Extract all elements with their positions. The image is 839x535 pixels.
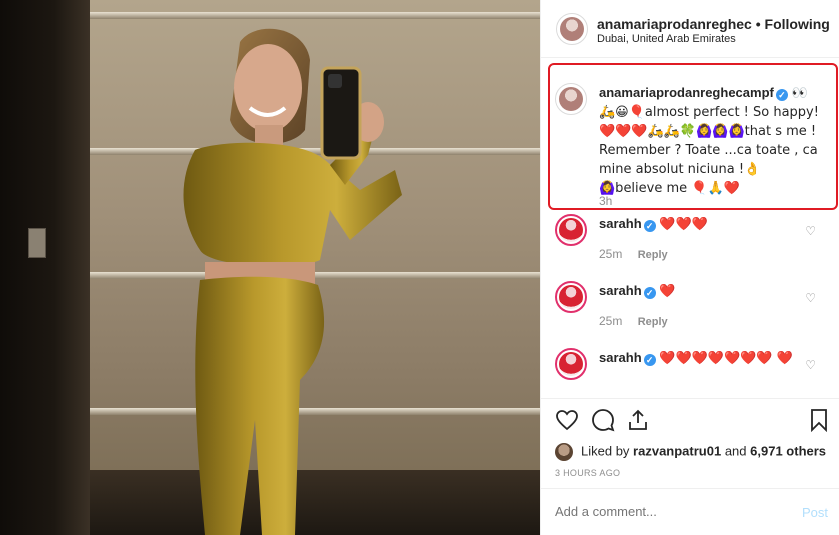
post-location[interactable]: Dubai, United Arab Emirates <box>597 33 736 45</box>
verified-icon: ✓ <box>643 220 656 232</box>
comment-time[interactable]: 25m <box>599 314 622 328</box>
author-avatar[interactable] <box>556 13 588 45</box>
add-comment-input[interactable] <box>555 504 775 519</box>
post-comment-button[interactable]: Post <box>802 505 828 520</box>
add-comment-bar: Post <box>541 488 839 535</box>
action-bar: Liked by razvanpatru01 and 6,971 others … <box>541 398 839 488</box>
following-button[interactable]: Following <box>765 16 830 32</box>
header-separator: • <box>755 16 761 32</box>
likes-summary: Liked by razvanpatru01 and 6,971 others <box>555 443 826 461</box>
share-icon[interactable] <box>626 408 650 432</box>
reply-button[interactable]: Reply <box>638 316 668 328</box>
likes-count[interactable]: 6,971 others <box>750 443 826 458</box>
comment-like-heart-icon[interactable]: ♡ <box>805 291 816 305</box>
instagram-post-view: anamariaprodanreghec • Following Dubai, … <box>0 0 839 535</box>
liker-avatar[interactable] <box>555 443 573 461</box>
post-sidebar: anamariaprodanreghec • Following Dubai, … <box>540 0 839 535</box>
comment-text: ❤️❤️❤️❤️❤️❤️❤️ ❤️ <box>659 351 793 366</box>
comment-text-block: sarahh ✓ ❤️❤️❤️❤️❤️❤️❤️ ❤️ <box>599 349 823 368</box>
commenter-avatar[interactable] <box>555 281 587 313</box>
comment-text-block: sarahh ✓ ❤️ <box>599 282 823 301</box>
comment-icon[interactable] <box>591 408 615 432</box>
commenter-avatar[interactable] <box>555 214 587 246</box>
verified-icon: ✓ <box>643 287 656 299</box>
bookmark-icon[interactable] <box>807 408 831 432</box>
verified-icon: ✓ <box>643 354 656 366</box>
comment-time[interactable]: 25m <box>599 247 622 261</box>
highlight-box <box>548 63 838 210</box>
liker-username[interactable]: razvanpatru01 <box>633 443 721 458</box>
author-line: anamariaprodanreghec • Following <box>597 16 830 32</box>
post-timestamp[interactable]: 3 HOURS AGO <box>555 468 620 478</box>
likes-connector: and <box>724 443 747 459</box>
comment-like-heart-icon[interactable]: ♡ <box>805 358 816 372</box>
comment-meta: 25m Reply <box>599 247 668 261</box>
comment-like-heart-icon[interactable]: ♡ <box>805 224 816 238</box>
comment-text: ❤️ <box>659 284 676 299</box>
commenter-avatar[interactable] <box>555 348 587 380</box>
post-photo[interactable] <box>0 0 540 535</box>
comment-text: ❤️❤️❤️ <box>659 217 708 232</box>
comment-username[interactable]: sarahh <box>599 350 642 365</box>
heart-icon[interactable] <box>555 408 579 432</box>
comment-username[interactable]: sarahh <box>599 216 642 231</box>
author-username[interactable]: anamariaprodanreghec <box>597 16 752 32</box>
likes-prefix: Liked by <box>581 443 630 459</box>
comment-username[interactable]: sarahh <box>599 283 642 298</box>
photo-figure <box>183 28 402 535</box>
reply-button[interactable]: Reply <box>638 249 668 261</box>
post-header: anamariaprodanreghec • Following Dubai, … <box>541 0 839 58</box>
comment-meta: 25m Reply <box>599 314 668 328</box>
comment-text-block: sarahh ✓ ❤️❤️❤️ <box>599 215 823 234</box>
